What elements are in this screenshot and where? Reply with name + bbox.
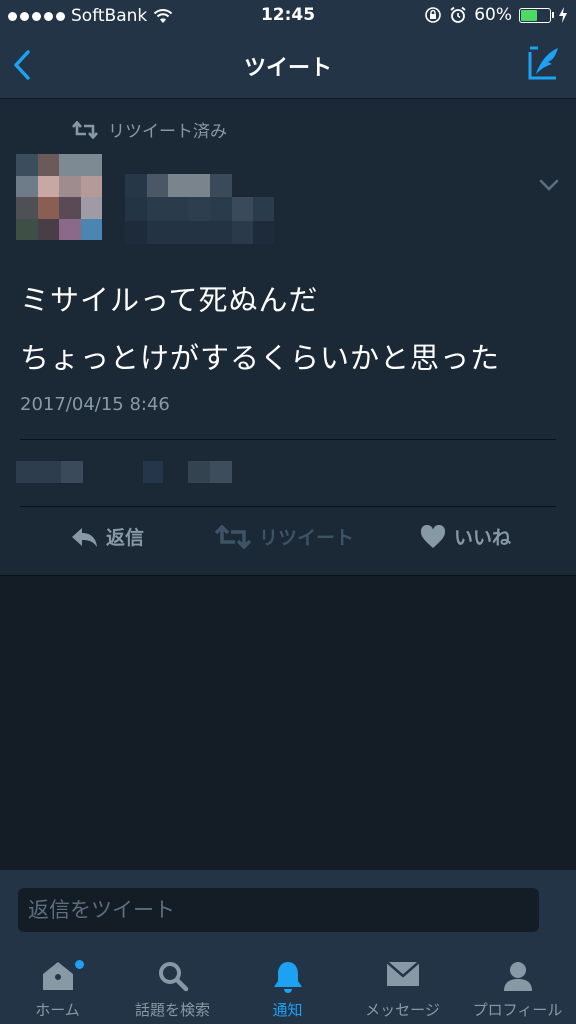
tab-label: 通知 [272, 1001, 303, 1019]
tab-label: ホーム [35, 1001, 80, 1019]
divider [20, 439, 556, 440]
heart-icon [420, 524, 446, 548]
chevron-down-icon[interactable] [538, 177, 560, 193]
retweeted-label: リツイート済み [108, 122, 227, 142]
tweet-text-line: ミサイルって死ぬんだ [20, 283, 319, 317]
compose-tweet-icon[interactable] [528, 46, 562, 80]
status-bar: SoftBank 12:45 60% [0, 0, 576, 32]
retweet-icon [215, 524, 251, 549]
notification-badge [75, 960, 84, 969]
profile-icon [503, 962, 532, 991]
tab-messages[interactable]: メッセージ [345, 940, 460, 1024]
like-label: いいね [454, 527, 512, 549]
battery-percent: 60% [474, 5, 512, 25]
tweet-text-line: ちょっとけがするくらいかと思った [20, 341, 501, 375]
mail-icon [385, 961, 420, 986]
reply-bar [0, 870, 576, 940]
avatar[interactable] [16, 154, 102, 240]
tweet-actions: 返信 リツイート いいね [0, 523, 576, 563]
reply-icon [72, 527, 97, 547]
author-name-blurred[interactable] [104, 174, 274, 244]
tweet-text: ミサイルって死ぬんだ ちょっとけがするくらいかと思った [20, 271, 556, 387]
tab-bar: ホーム 話題を検索 通知 メッセージ プロフィール [0, 940, 576, 1024]
retweet-icon [72, 120, 98, 139]
page-title: ツイート [243, 56, 332, 81]
charging-icon [559, 7, 567, 23]
search-icon [158, 962, 188, 992]
tab-label: メッセージ [365, 1001, 440, 1019]
retweeted-indicator: リツイート済み [72, 117, 227, 142]
tab-home[interactable]: ホーム [0, 940, 115, 1024]
like-button[interactable]: いいね [420, 523, 511, 550]
status-right: 60% [424, 5, 568, 25]
reply-input[interactable] [18, 888, 539, 932]
tweet-timestamp: 2017/04/15 8:46 [20, 394, 170, 415]
reply-label: 返信 [106, 527, 145, 549]
battery-icon [519, 7, 554, 23]
reply-button[interactable]: 返信 [70, 523, 144, 550]
engagement-stats-blurred[interactable] [16, 461, 232, 483]
bell-icon [273, 962, 302, 993]
retweet-label: リツイート [259, 527, 355, 549]
tab-label: プロフィール [472, 1001, 563, 1019]
rotation-lock-icon [425, 7, 442, 23]
tweet-detail: リツイート済み ミサイルって死ぬんだ ちょっとけがするくらいかと思った 2017… [0, 99, 576, 576]
tab-profile[interactable]: プロフィール [460, 940, 575, 1024]
divider [20, 506, 556, 507]
nav-bar: ツイート [0, 32, 576, 99]
alarm-icon [450, 6, 466, 23]
retweet-button[interactable]: リツイート [215, 523, 354, 550]
tab-label: 話題を検索 [134, 1001, 210, 1019]
home-icon [42, 962, 73, 990]
tab-search[interactable]: 話題を検索 [115, 940, 230, 1024]
tab-notifications[interactable]: 通知 [230, 940, 345, 1024]
